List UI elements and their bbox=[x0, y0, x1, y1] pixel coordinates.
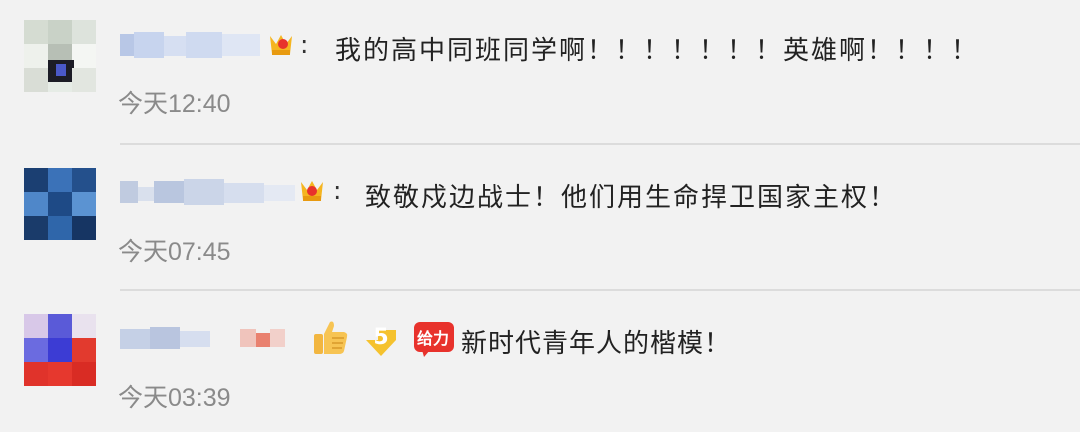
vip-crown-icon bbox=[297, 176, 327, 206]
avatar[interactable] bbox=[24, 20, 96, 92]
awesome-emoji-text: 给力 bbox=[417, 329, 450, 348]
five-star-emoji: 5 bbox=[360, 316, 402, 358]
username-blurred[interactable] bbox=[120, 323, 285, 353]
avatar[interactable] bbox=[24, 314, 96, 386]
comment-time: 今天12:40 bbox=[118, 90, 231, 118]
divider bbox=[120, 143, 1080, 145]
comment-text: 我的高中同班同学啊！！！！！！！英雄啊！！！！ bbox=[335, 36, 980, 66]
thumbs-up-emoji bbox=[310, 316, 352, 358]
avatar[interactable] bbox=[24, 168, 96, 240]
comment-item[interactable]: 5 给力 新时代青年人的楷模！ 今天03:39 bbox=[0, 292, 1080, 432]
comment-time: 今天07:45 bbox=[118, 238, 231, 266]
vip-crown-icon bbox=[266, 30, 296, 60]
svg-text:5: 5 bbox=[373, 325, 388, 350]
awesome-emoji: 给力 bbox=[412, 316, 454, 358]
username-blurred[interactable] bbox=[120, 177, 295, 207]
comment-item[interactable]: : 致敬戍边战士！他们用生命捍卫国家主权！ 今天07:45 bbox=[0, 146, 1080, 286]
divider bbox=[120, 289, 1080, 291]
comment-text: 新时代青年人的楷模！ bbox=[461, 329, 732, 359]
comment-colon: : bbox=[333, 176, 342, 205]
comment-colon: : bbox=[300, 30, 309, 59]
username-blurred[interactable] bbox=[120, 30, 260, 60]
comment-text: 致敬戍边战士！他们用生命捍卫国家主权！ bbox=[365, 183, 898, 213]
comment-item[interactable]: : 我的高中同班同学啊！！！！！！！英雄啊！！！！ 今天12:40 bbox=[0, 0, 1080, 140]
comment-time: 今天03:39 bbox=[118, 384, 231, 412]
